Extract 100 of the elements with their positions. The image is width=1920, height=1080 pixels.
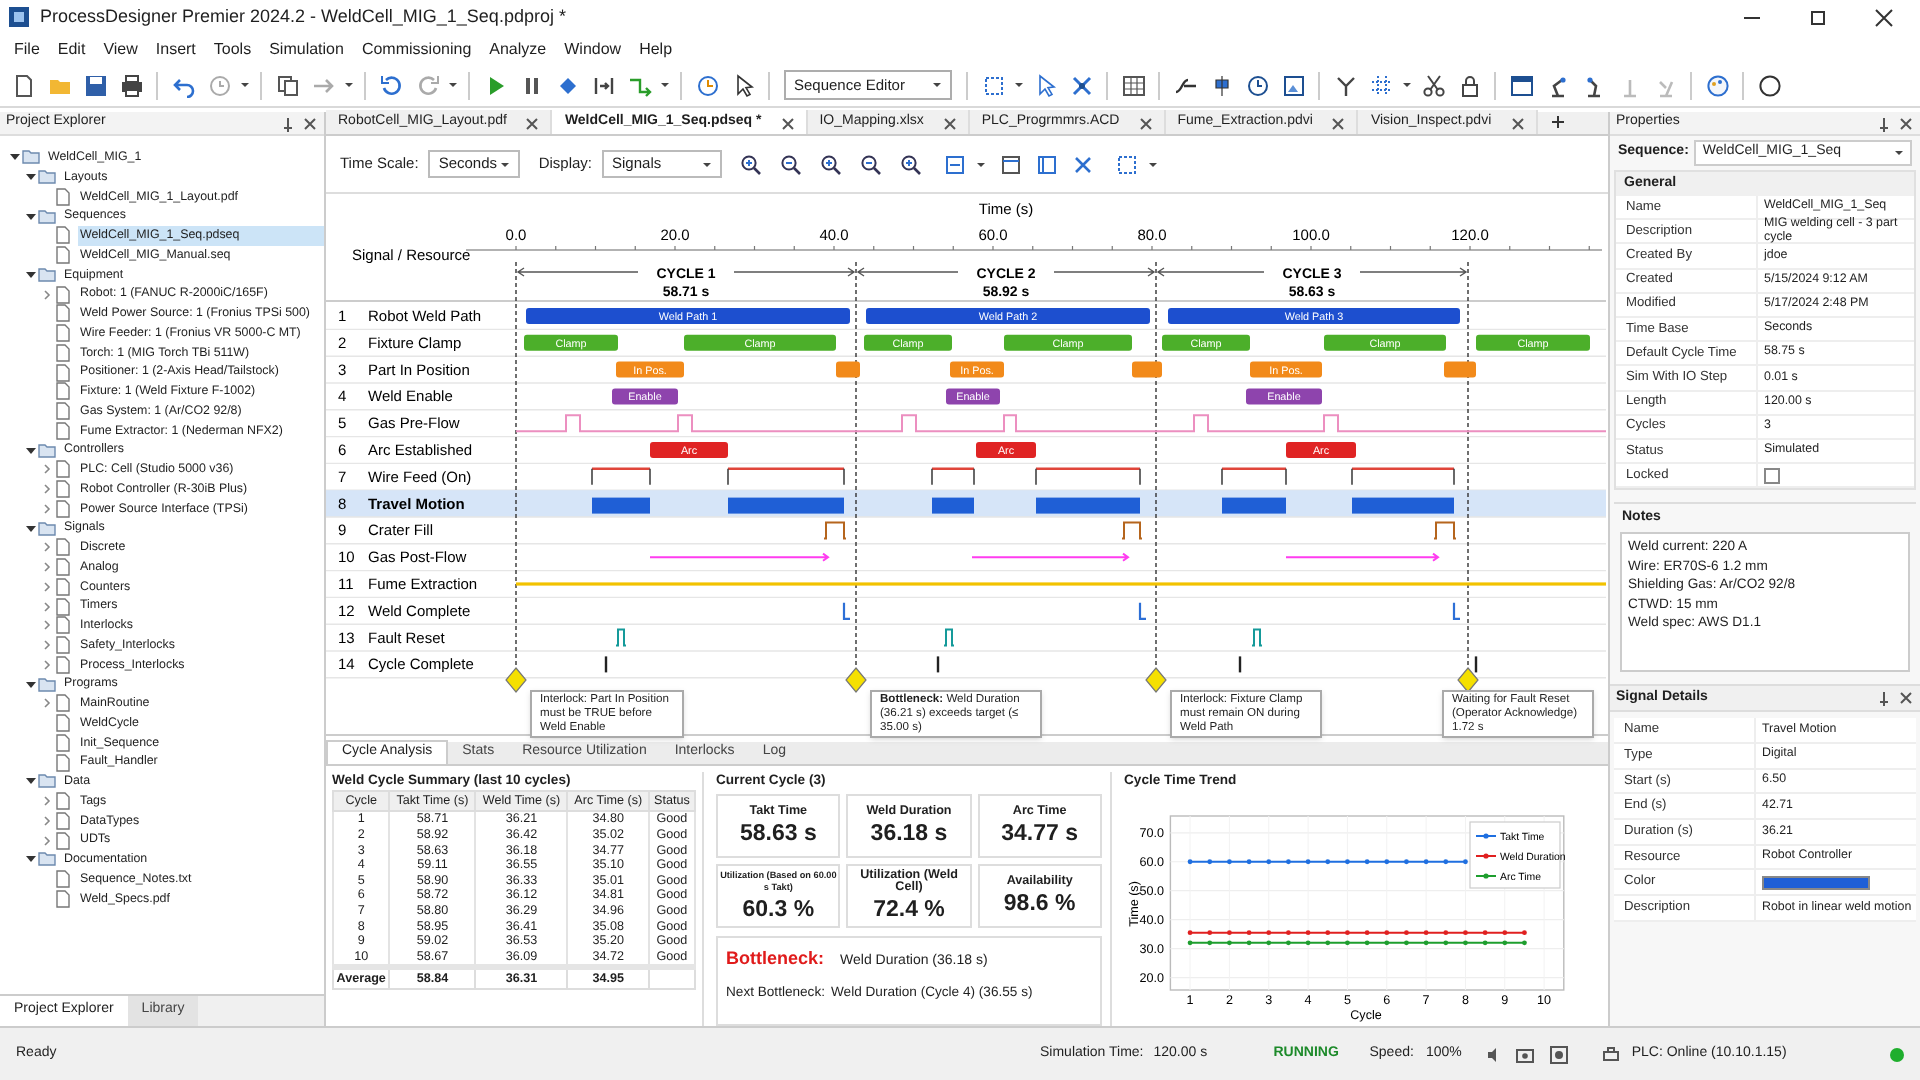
menu-item[interactable]: File <box>6 37 48 61</box>
menu-item[interactable]: Commissioning <box>353 37 480 61</box>
undo-icon[interactable] <box>171 73 195 97</box>
palette-icon[interactable] <box>1705 73 1729 97</box>
cursor-icon[interactable] <box>1033 73 1057 97</box>
chevron-right-icon[interactable] <box>39 560 53 575</box>
zoom-in-icon[interactable] <box>900 153 923 175</box>
checkbox[interactable] <box>1764 467 1780 484</box>
cycle-clock-icon[interactable] <box>695 73 719 97</box>
speaker-icon[interactable] <box>1485 1045 1500 1063</box>
milestone-diamond[interactable] <box>505 667 527 693</box>
table-icon[interactable] <box>1121 73 1145 97</box>
menu-item[interactable]: Help <box>631 37 681 61</box>
lock-icon[interactable] <box>1457 73 1481 97</box>
chevron-right-icon[interactable] <box>39 813 53 828</box>
chevron-down-icon[interactable] <box>23 774 37 789</box>
caret-down-icon[interactable] <box>1014 80 1024 90</box>
signal-bar[interactable] <box>526 308 850 324</box>
step-icon[interactable] <box>591 73 615 97</box>
close-icon[interactable] <box>524 115 539 129</box>
menu-item[interactable]: Edit <box>49 37 94 61</box>
milestone-diamond[interactable] <box>1457 667 1479 693</box>
menu-item[interactable]: Tools <box>205 37 260 61</box>
chevron-right-icon[interactable] <box>39 287 53 302</box>
grid-icon[interactable] <box>1369 73 1393 97</box>
zoom-out-icon[interactable] <box>860 153 883 175</box>
milestone-diamond[interactable] <box>845 667 867 693</box>
menu-item[interactable]: Insert <box>147 37 204 61</box>
fit-view-icon[interactable] <box>944 153 967 175</box>
pin-icon[interactable] <box>1876 115 1892 131</box>
color-swatch[interactable] <box>1762 875 1870 890</box>
camera-icon[interactable] <box>1515 1045 1534 1063</box>
close-icon[interactable] <box>779 115 794 129</box>
circle-icon[interactable] <box>1757 73 1781 97</box>
chevron-down-icon[interactable] <box>23 443 37 458</box>
caret-down-icon[interactable] <box>660 80 670 90</box>
close-icon[interactable] <box>1509 115 1524 129</box>
scissors-icon[interactable] <box>1421 73 1445 97</box>
select-box-icon[interactable] <box>981 73 1005 97</box>
sequence-icon[interactable] <box>627 73 651 97</box>
caret-down-icon[interactable] <box>976 159 987 169</box>
close-icon[interactable] <box>1898 115 1914 131</box>
calendar-icon[interactable] <box>1000 153 1023 175</box>
chevron-down-icon[interactable] <box>7 150 21 165</box>
copy-icon[interactable] <box>275 73 299 97</box>
close-icon[interactable] <box>1874 7 1894 27</box>
close-icon[interactable] <box>302 115 318 131</box>
chevron-down-icon[interactable] <box>23 521 37 536</box>
signal-bar[interactable] <box>1168 308 1460 324</box>
signal-bar[interactable] <box>1286 442 1356 458</box>
chevron-down-icon[interactable] <box>23 170 37 185</box>
signal-bar[interactable] <box>976 442 1036 458</box>
branch-icon[interactable] <box>1333 73 1357 97</box>
milestone-diamond[interactable] <box>1145 667 1167 693</box>
chevron-right-icon[interactable] <box>39 501 53 516</box>
chevron-right-icon[interactable] <box>39 618 53 633</box>
menu-item[interactable]: Analyze <box>481 37 555 61</box>
signal-bar[interactable] <box>866 308 1150 324</box>
chevron-right-icon[interactable] <box>39 638 53 653</box>
chevron-right-icon[interactable] <box>39 794 53 809</box>
window-icon[interactable] <box>1509 73 1533 97</box>
signal-bar[interactable] <box>650 442 728 458</box>
window-icon[interactable] <box>1036 153 1059 175</box>
link-tool-icon[interactable] <box>1069 73 1093 97</box>
signal-bar[interactable] <box>1246 388 1322 405</box>
pin-tool-icon[interactable] <box>1209 73 1233 97</box>
chevron-down-icon[interactable] <box>23 209 37 224</box>
signal-bar[interactable] <box>612 388 678 405</box>
menu-item[interactable]: Simulation <box>261 37 352 61</box>
signal-bar[interactable] <box>946 388 1000 405</box>
chevron-down-icon[interactable] <box>23 852 37 867</box>
curve-tool-icon[interactable] <box>1173 73 1197 97</box>
pin-icon[interactable] <box>1876 690 1892 707</box>
caret-down-icon[interactable] <box>1148 159 1159 169</box>
plus-icon[interactable] <box>1549 114 1566 130</box>
caret-down-icon[interactable] <box>1402 80 1412 90</box>
close-icon[interactable] <box>941 115 956 129</box>
maximize-icon[interactable] <box>1808 7 1828 27</box>
pointer-icon[interactable] <box>731 73 755 97</box>
zoom-in-icon[interactable] <box>820 153 843 175</box>
record-icon[interactable] <box>1549 1045 1568 1063</box>
print-icon[interactable] <box>119 73 143 97</box>
link-tool-icon[interactable] <box>1072 153 1095 175</box>
zoom-out-icon[interactable] <box>780 153 803 175</box>
image-icon[interactable] <box>1281 73 1305 97</box>
select-box-icon[interactable] <box>1116 153 1139 175</box>
chevron-right-icon[interactable] <box>39 482 53 497</box>
chevron-down-icon[interactable] <box>23 677 37 692</box>
pin-icon[interactable] <box>280 115 296 131</box>
clock-icon[interactable] <box>1245 73 1269 97</box>
chevron-right-icon[interactable] <box>39 579 53 594</box>
menu-item[interactable]: Window <box>556 37 630 61</box>
stop-icon[interactable] <box>555 73 579 97</box>
caret-down-icon[interactable] <box>448 80 458 90</box>
save-icon[interactable] <box>83 73 107 97</box>
close-icon[interactable] <box>1330 115 1345 129</box>
caret-down-icon[interactable] <box>240 80 250 90</box>
close-icon[interactable] <box>1137 115 1152 129</box>
close-icon[interactable] <box>1898 690 1914 707</box>
zoom-in-icon[interactable] <box>740 153 763 175</box>
